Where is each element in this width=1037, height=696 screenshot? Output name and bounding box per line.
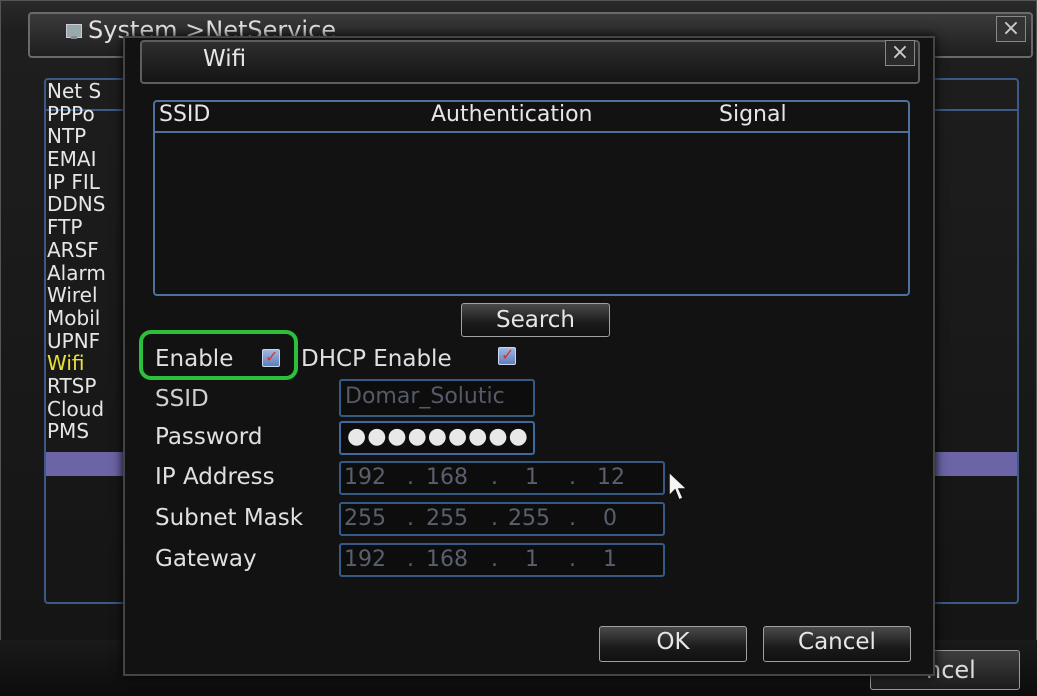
ip-address-field[interactable]: 192 . 168 . 1 . 12 <box>339 461 665 495</box>
octet-separator: . <box>491 547 498 572</box>
subnet-octet-3[interactable]: 255 <box>508 506 550 531</box>
search-button[interactable]: Search <box>461 303 610 337</box>
column-header-authentication[interactable]: Authentication <box>431 102 593 127</box>
list-item[interactable]: NTP <box>47 125 106 148</box>
list-item[interactable]: Alarm <box>47 261 106 285</box>
ssid-table-header-divider <box>155 131 908 133</box>
subnet-octet-1[interactable]: 255 <box>344 506 386 531</box>
octet-separator: . <box>407 506 414 531</box>
gateway-octet-2[interactable]: 168 <box>426 547 468 572</box>
list-item[interactable]: Mobil <box>47 307 106 330</box>
ssid-input[interactable]: Domar_Solutic <box>339 379 535 417</box>
mouse-pointer-icon <box>668 470 689 502</box>
octet-separator: . <box>407 465 414 490</box>
netservice-list: Net S PPPo NTP EMAI IP FIL DDNS FTP ARSF… <box>47 80 106 443</box>
octet-separator: . <box>569 506 576 531</box>
wifi-dialog-titlebar <box>140 40 920 84</box>
octet-separator: . <box>569 547 576 572</box>
ip-octet-3[interactable]: 1 <box>525 465 539 490</box>
dhcp-enable-label: DHCP Enable <box>301 346 452 372</box>
wifi-close-icon[interactable]: × <box>885 40 915 66</box>
list-item[interactable]: DDNS <box>47 193 106 216</box>
gateway-octet-3[interactable]: 1 <box>525 547 539 572</box>
subnet-octet-4[interactable]: 0 <box>603 506 617 531</box>
gateway-field[interactable]: 192 . 168 . 1 . 1 <box>339 543 665 577</box>
password-input[interactable]: ●●●●●●●●● <box>339 421 535 455</box>
octet-separator: . <box>407 547 414 572</box>
subnet-octet-2[interactable]: 255 <box>426 506 468 531</box>
gateway-label: Gateway <box>155 546 257 572</box>
list-item[interactable]: EMAI <box>47 148 106 171</box>
column-header-ssid[interactable]: SSID <box>159 102 210 127</box>
ssid-label: SSID <box>155 386 209 412</box>
enable-highlight-annotation <box>139 330 298 380</box>
list-item[interactable]: PPPo <box>47 102 106 126</box>
subnet-mask-field[interactable]: 255 . 255 . 255 . 0 <box>339 502 665 536</box>
ip-octet-4[interactable]: 12 <box>597 465 625 490</box>
octet-separator: . <box>569 465 576 490</box>
gateway-octet-4[interactable]: 1 <box>603 547 617 572</box>
list-item[interactable]: RTSP <box>47 375 106 398</box>
ssid-table[interactable] <box>153 100 910 296</box>
column-header-signal[interactable]: Signal <box>719 102 787 127</box>
ip-octet-2[interactable]: 168 <box>426 465 468 490</box>
list-item[interactable]: Wirel <box>47 284 106 307</box>
cancel-button[interactable]: Cancel <box>763 626 911 662</box>
monitor-icon <box>66 24 82 39</box>
list-item-selected[interactable]: Wifi <box>47 352 106 375</box>
list-item[interactable]: IP FIL <box>47 171 106 194</box>
wifi-dialog-title: Wifi <box>203 46 247 72</box>
checkmark-icon: ✓ <box>501 345 515 364</box>
gateway-octet-1[interactable]: 192 <box>344 547 386 572</box>
ip-octet-1[interactable]: 192 <box>344 465 386 490</box>
netservice-close-icon[interactable]: × <box>996 16 1026 42</box>
list-item[interactable]: UPNF <box>47 329 106 353</box>
list-item[interactable]: FTP <box>47 216 106 239</box>
ok-button[interactable]: OK <box>599 626 747 662</box>
password-label: Password <box>155 424 263 450</box>
list-item[interactable]: Cloud <box>47 397 106 421</box>
dhcp-enable-checkbox[interactable]: ✓ <box>498 345 516 365</box>
octet-separator: . <box>491 506 498 531</box>
ip-address-label: IP Address <box>155 464 275 490</box>
list-item[interactable]: PMS <box>47 420 106 443</box>
octet-separator: . <box>491 465 498 490</box>
list-item: Net S <box>47 79 102 103</box>
list-item[interactable]: ARSF <box>47 239 106 262</box>
subnet-mask-label: Subnet Mask <box>155 505 304 531</box>
